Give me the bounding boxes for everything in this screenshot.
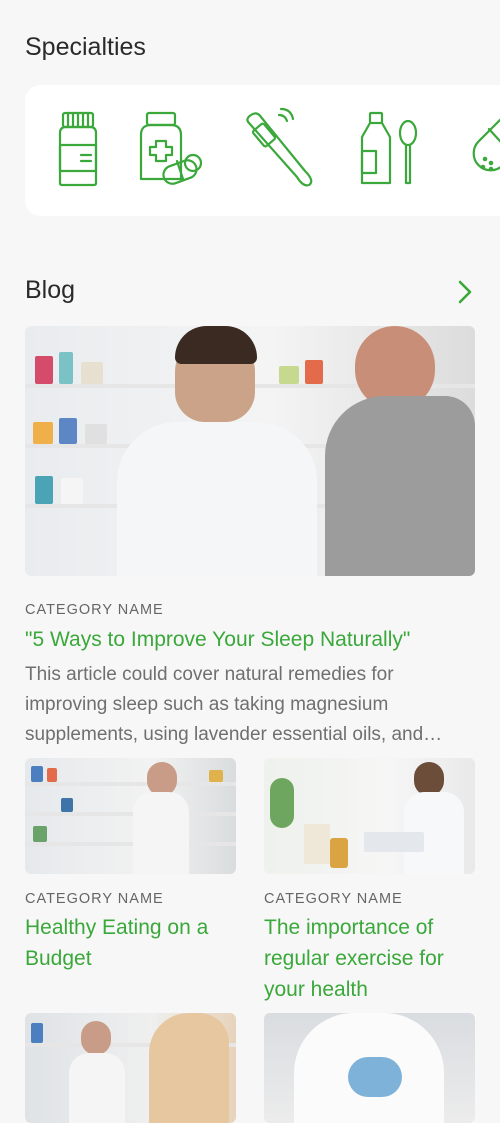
post-category: CATEGORY NAME xyxy=(264,891,403,907)
blog-title: Blog xyxy=(25,276,76,304)
medicine-bottle-pills-icon[interactable] xyxy=(137,107,205,187)
post-image[interactable] xyxy=(25,758,236,874)
medicine-bottle-icon[interactable] xyxy=(55,107,101,187)
post-title[interactable]: The importance of regular exercise for y… xyxy=(264,912,475,1005)
chevron-right-icon[interactable] xyxy=(454,278,476,306)
post-title[interactable]: Healthy Eating on a Budget xyxy=(25,912,236,974)
featured-category: CATEGORY NAME xyxy=(25,602,164,618)
specialties-title: Specialties xyxy=(25,33,146,61)
featured-post-title[interactable]: "5 Ways to Improve Your Sleep Naturally" xyxy=(25,624,485,655)
featured-post-image[interactable] xyxy=(25,326,475,576)
capsule-icon[interactable] xyxy=(463,107,500,187)
post-category: CATEGORY NAME xyxy=(25,891,164,907)
thermometer-icon[interactable] xyxy=(243,107,319,187)
specialties-carousel[interactable] xyxy=(25,85,500,216)
featured-post-excerpt: This article could cover natural remedie… xyxy=(25,664,443,745)
post-image[interactable] xyxy=(264,758,475,874)
post-image[interactable] xyxy=(264,1013,475,1123)
post-image[interactable] xyxy=(25,1013,236,1123)
syrup-spoon-icon[interactable] xyxy=(358,107,422,187)
